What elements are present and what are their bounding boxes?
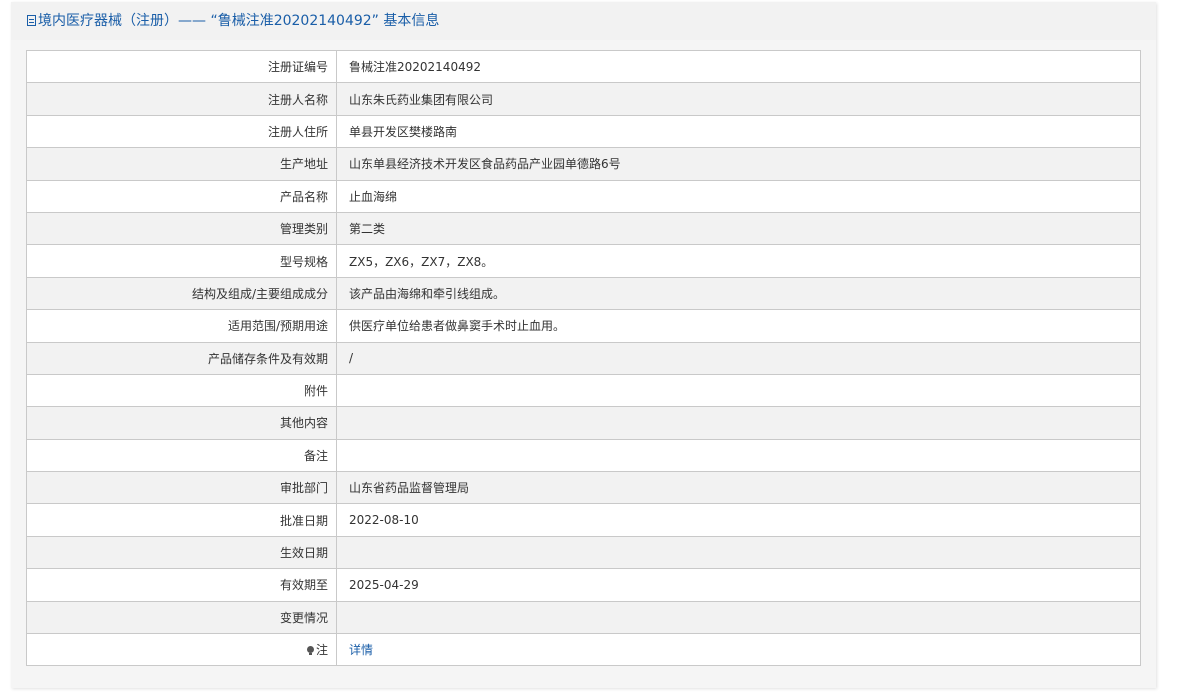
lightbulb-icon bbox=[306, 646, 314, 656]
info-table: 注册证编号 鲁械注准20202140492 注册人名称 山东朱氏药业集团有限公司 注册人… bbox=[26, 49, 1141, 667]
field-label: 有效期至 bbox=[26, 568, 337, 602]
field-label: 产品名称 bbox=[26, 179, 337, 213]
field-label: 备注 bbox=[26, 438, 337, 473]
field-label: 适用范围/预期用途 bbox=[26, 309, 337, 343]
field-label: 管理类别 bbox=[26, 211, 337, 246]
field-label: 注册人住所 bbox=[26, 114, 337, 149]
table-row: 附件 bbox=[26, 373, 1141, 408]
field-value: ZX5，ZX6，ZX7，ZX8。 bbox=[336, 244, 1141, 278]
field-value: 供医疗单位给患者做鼻窦手术时止血用。 bbox=[336, 309, 1141, 343]
table-row: 注册人名称 山东朱氏药业集团有限公司 bbox=[26, 82, 1141, 116]
field-value bbox=[336, 438, 1141, 473]
field-label: 注册证编号 bbox=[26, 49, 337, 84]
field-value: 单县开发区樊楼路南 bbox=[336, 114, 1141, 149]
field-value: 第二类 bbox=[336, 211, 1141, 246]
field-label: 变更情况 bbox=[26, 600, 337, 635]
table-row: 备注 bbox=[26, 438, 1141, 473]
note-value-cell: 详情 bbox=[336, 633, 1141, 667]
table-row: 其他内容 bbox=[26, 406, 1141, 440]
field-value: 山东省药品监督管理局 bbox=[336, 471, 1141, 505]
table-row: 注册证编号 鲁械注准20202140492 bbox=[26, 49, 1141, 84]
table-row: 型号规格 ZX5，ZX6，ZX7，ZX8。 bbox=[26, 244, 1141, 278]
table-row: 有效期至 2025-04-29 bbox=[26, 568, 1141, 602]
field-label: 附件 bbox=[26, 373, 337, 408]
field-label: 生产地址 bbox=[26, 147, 337, 181]
table-row: 产品名称 止血海绵 bbox=[26, 179, 1141, 213]
table-row: 生产地址 山东单县经济技术开发区食品药品产业园单德路6号 bbox=[26, 147, 1141, 181]
field-label: 产品储存条件及有效期 bbox=[26, 341, 337, 375]
field-label: 其他内容 bbox=[26, 406, 337, 440]
field-label: 审批部门 bbox=[26, 471, 337, 505]
table-row: 批准日期 2022-08-10 bbox=[26, 503, 1141, 537]
table-row: 结构及组成/主要组成成分 该产品由海绵和牵引线组成。 bbox=[26, 276, 1141, 311]
basic-info-panel: 境内医疗器械（注册）—— “鲁械注准20202140492” 基本信息 注册证编… bbox=[11, 2, 1156, 688]
field-value: 鲁械注准20202140492 bbox=[336, 49, 1141, 84]
document-icon bbox=[27, 15, 36, 26]
table-row: 审批部门 山东省药品监督管理局 bbox=[26, 471, 1141, 505]
table-row: 生效日期 bbox=[26, 535, 1141, 570]
field-label: 批准日期 bbox=[26, 503, 337, 537]
field-label: 结构及组成/主要组成成分 bbox=[26, 276, 337, 311]
panel-header: 境内医疗器械（注册）—— “鲁械注准20202140492” 基本信息 bbox=[11, 2, 1156, 40]
detail-link[interactable]: 详情 bbox=[349, 643, 373, 657]
note-label: 注 bbox=[315, 643, 328, 658]
field-value: 山东单县经济技术开发区食品药品产业园单德路6号 bbox=[336, 147, 1141, 181]
field-value bbox=[336, 373, 1141, 408]
note-label-cell: 注 bbox=[26, 633, 337, 667]
field-value bbox=[336, 600, 1141, 635]
field-value: / bbox=[336, 341, 1141, 375]
field-value bbox=[336, 535, 1141, 570]
field-value: 止血海绵 bbox=[336, 179, 1141, 213]
table-row: 变更情况 bbox=[26, 600, 1141, 635]
field-label: 注册人名称 bbox=[26, 82, 337, 116]
field-value: 2022-08-10 bbox=[336, 503, 1141, 537]
info-table-body: 注册证编号 鲁械注准20202140492 注册人名称 山东朱氏药业集团有限公司 注册人… bbox=[26, 49, 1141, 667]
table-row: 产品储存条件及有效期 / bbox=[26, 341, 1141, 375]
field-value: 2025-04-29 bbox=[336, 568, 1141, 602]
page-title: 境内医疗器械（注册）—— “鲁械注准20202140492” 基本信息 bbox=[38, 13, 440, 29]
field-label: 生效日期 bbox=[26, 535, 337, 570]
table-row: 管理类别 第二类 bbox=[26, 211, 1141, 246]
table-row: 适用范围/预期用途 供医疗单位给患者做鼻窦手术时止血用。 bbox=[26, 309, 1141, 343]
field-value: 山东朱氏药业集团有限公司 bbox=[336, 82, 1141, 116]
field-value: 该产品由海绵和牵引线组成。 bbox=[336, 276, 1141, 311]
table-row: 注册人住所 单县开发区樊楼路南 bbox=[26, 114, 1141, 149]
note-row: 注 详情 bbox=[26, 633, 1141, 667]
field-value bbox=[336, 406, 1141, 440]
field-label: 型号规格 bbox=[26, 244, 337, 278]
